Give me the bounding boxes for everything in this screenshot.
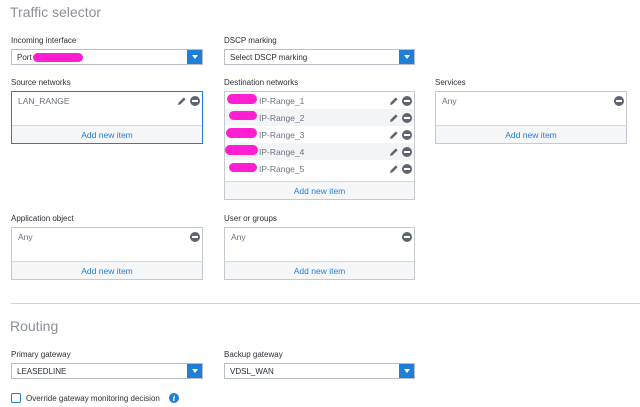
destination-networks-label: Destination networks — [224, 78, 299, 87]
edit-pencil-icon[interactable] — [389, 147, 399, 157]
dscp-marking-value: Select DSCP marking — [230, 52, 308, 62]
override-gateway-checkbox[interactable] — [11, 393, 21, 403]
chevron-down-icon[interactable] — [187, 50, 202, 64]
dscp-marking-select[interactable]: Select DSCP marking — [224, 49, 415, 65]
services-list[interactable]: Any Add new item — [435, 91, 627, 144]
backup-gateway-value: VDSL_WAN — [230, 366, 274, 376]
add-new-item-button[interactable]: Add new item — [225, 181, 414, 199]
chevron-down-icon[interactable] — [187, 364, 202, 378]
primary-gateway-label: Primary gateway — [11, 350, 71, 359]
add-new-item-button[interactable]: Add new item — [12, 261, 202, 279]
edit-pencil-icon[interactable] — [389, 164, 399, 174]
remove-minus-icon[interactable] — [402, 130, 412, 140]
backup-gateway-select[interactable]: VDSL_WAN — [224, 363, 415, 379]
list-item-label: Any — [18, 231, 33, 242]
remove-minus-icon[interactable] — [614, 96, 624, 106]
edit-pencil-icon[interactable] — [177, 96, 187, 106]
remove-minus-icon[interactable] — [402, 96, 412, 106]
chevron-down-icon[interactable] — [399, 50, 414, 64]
primary-gateway-select[interactable]: LEASEDLINE — [11, 363, 203, 379]
list-item-label: Any — [231, 231, 246, 242]
source-networks-label: Source networks — [11, 78, 71, 87]
remove-minus-icon[interactable] — [402, 113, 412, 123]
redaction-mark — [225, 145, 258, 155]
incoming-interface-label: Incoming interface — [11, 36, 77, 45]
redaction-mark — [229, 163, 257, 172]
edit-pencil-icon[interactable] — [389, 96, 399, 106]
chevron-down-icon[interactable] — [399, 364, 414, 378]
override-gateway-label: Override gateway monitoring decision — [26, 394, 160, 403]
services-label: Services — [435, 78, 466, 87]
remove-minus-icon[interactable] — [402, 164, 412, 174]
remove-minus-icon[interactable] — [190, 96, 200, 106]
user-or-groups-label: User or groups — [224, 214, 277, 223]
edit-pencil-icon[interactable] — [389, 130, 399, 140]
user-or-groups-list[interactable]: Any Add new item — [224, 227, 415, 280]
list-item-label: Any — [442, 95, 457, 106]
redaction-mark — [33, 53, 83, 62]
edit-pencil-icon[interactable] — [389, 113, 399, 123]
redaction-mark — [229, 111, 257, 120]
traffic-selector-title: Traffic selector — [10, 4, 102, 20]
source-networks-list[interactable]: LAN_RANGE Add new item — [11, 91, 203, 144]
remove-minus-icon[interactable] — [402, 147, 412, 157]
dscp-marking-label: DSCP marking — [224, 36, 277, 45]
list-item-label: LAN_RANGE — [18, 95, 70, 106]
add-new-item-button[interactable]: Add new item — [12, 125, 202, 143]
info-icon[interactable]: i — [169, 393, 179, 403]
redaction-mark — [227, 94, 257, 104]
primary-gateway-value: LEASEDLINE — [17, 366, 67, 376]
section-divider — [11, 303, 640, 304]
redaction-mark — [226, 128, 257, 138]
list-item: Any — [225, 228, 414, 245]
list-item: Any — [436, 92, 626, 109]
backup-gateway-label: Backup gateway — [224, 350, 283, 359]
remove-minus-icon[interactable] — [190, 232, 200, 242]
remove-minus-icon[interactable] — [402, 232, 412, 242]
application-object-label: Application object — [11, 214, 74, 223]
list-item: LAN_RANGE — [12, 92, 202, 109]
add-new-item-button[interactable]: Add new item — [225, 261, 414, 279]
routing-title: Routing — [10, 318, 59, 334]
add-new-item-button[interactable]: Add new item — [436, 125, 626, 143]
application-object-list[interactable]: Any Add new item — [11, 227, 203, 280]
list-item: Any — [12, 228, 202, 245]
incoming-interface-value: Port — [17, 52, 32, 62]
